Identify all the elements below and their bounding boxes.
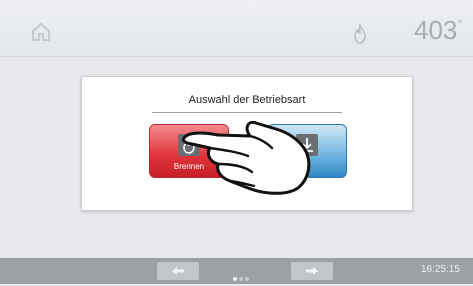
temperature-value: 403: [414, 15, 458, 45]
next-page-button[interactable]: [291, 262, 333, 280]
previous-page-button[interactable]: [157, 262, 199, 280]
clock: 16:25:15: [421, 264, 460, 275]
top-bar: 403°: [0, 0, 473, 57]
pointing-hand-icon: [181, 120, 311, 195]
temperature-display: 403°: [414, 15, 462, 46]
page-indicator: [233, 268, 251, 286]
home-icon[interactable]: [31, 22, 51, 42]
page-dot: [245, 277, 249, 281]
arrow-left-icon: [172, 267, 184, 275]
flame-icon: [354, 24, 366, 44]
page-dot: [233, 277, 237, 281]
page-dot: [239, 277, 243, 281]
temperature-unit: °: [457, 17, 463, 31]
arrow-right-icon: [306, 267, 318, 275]
